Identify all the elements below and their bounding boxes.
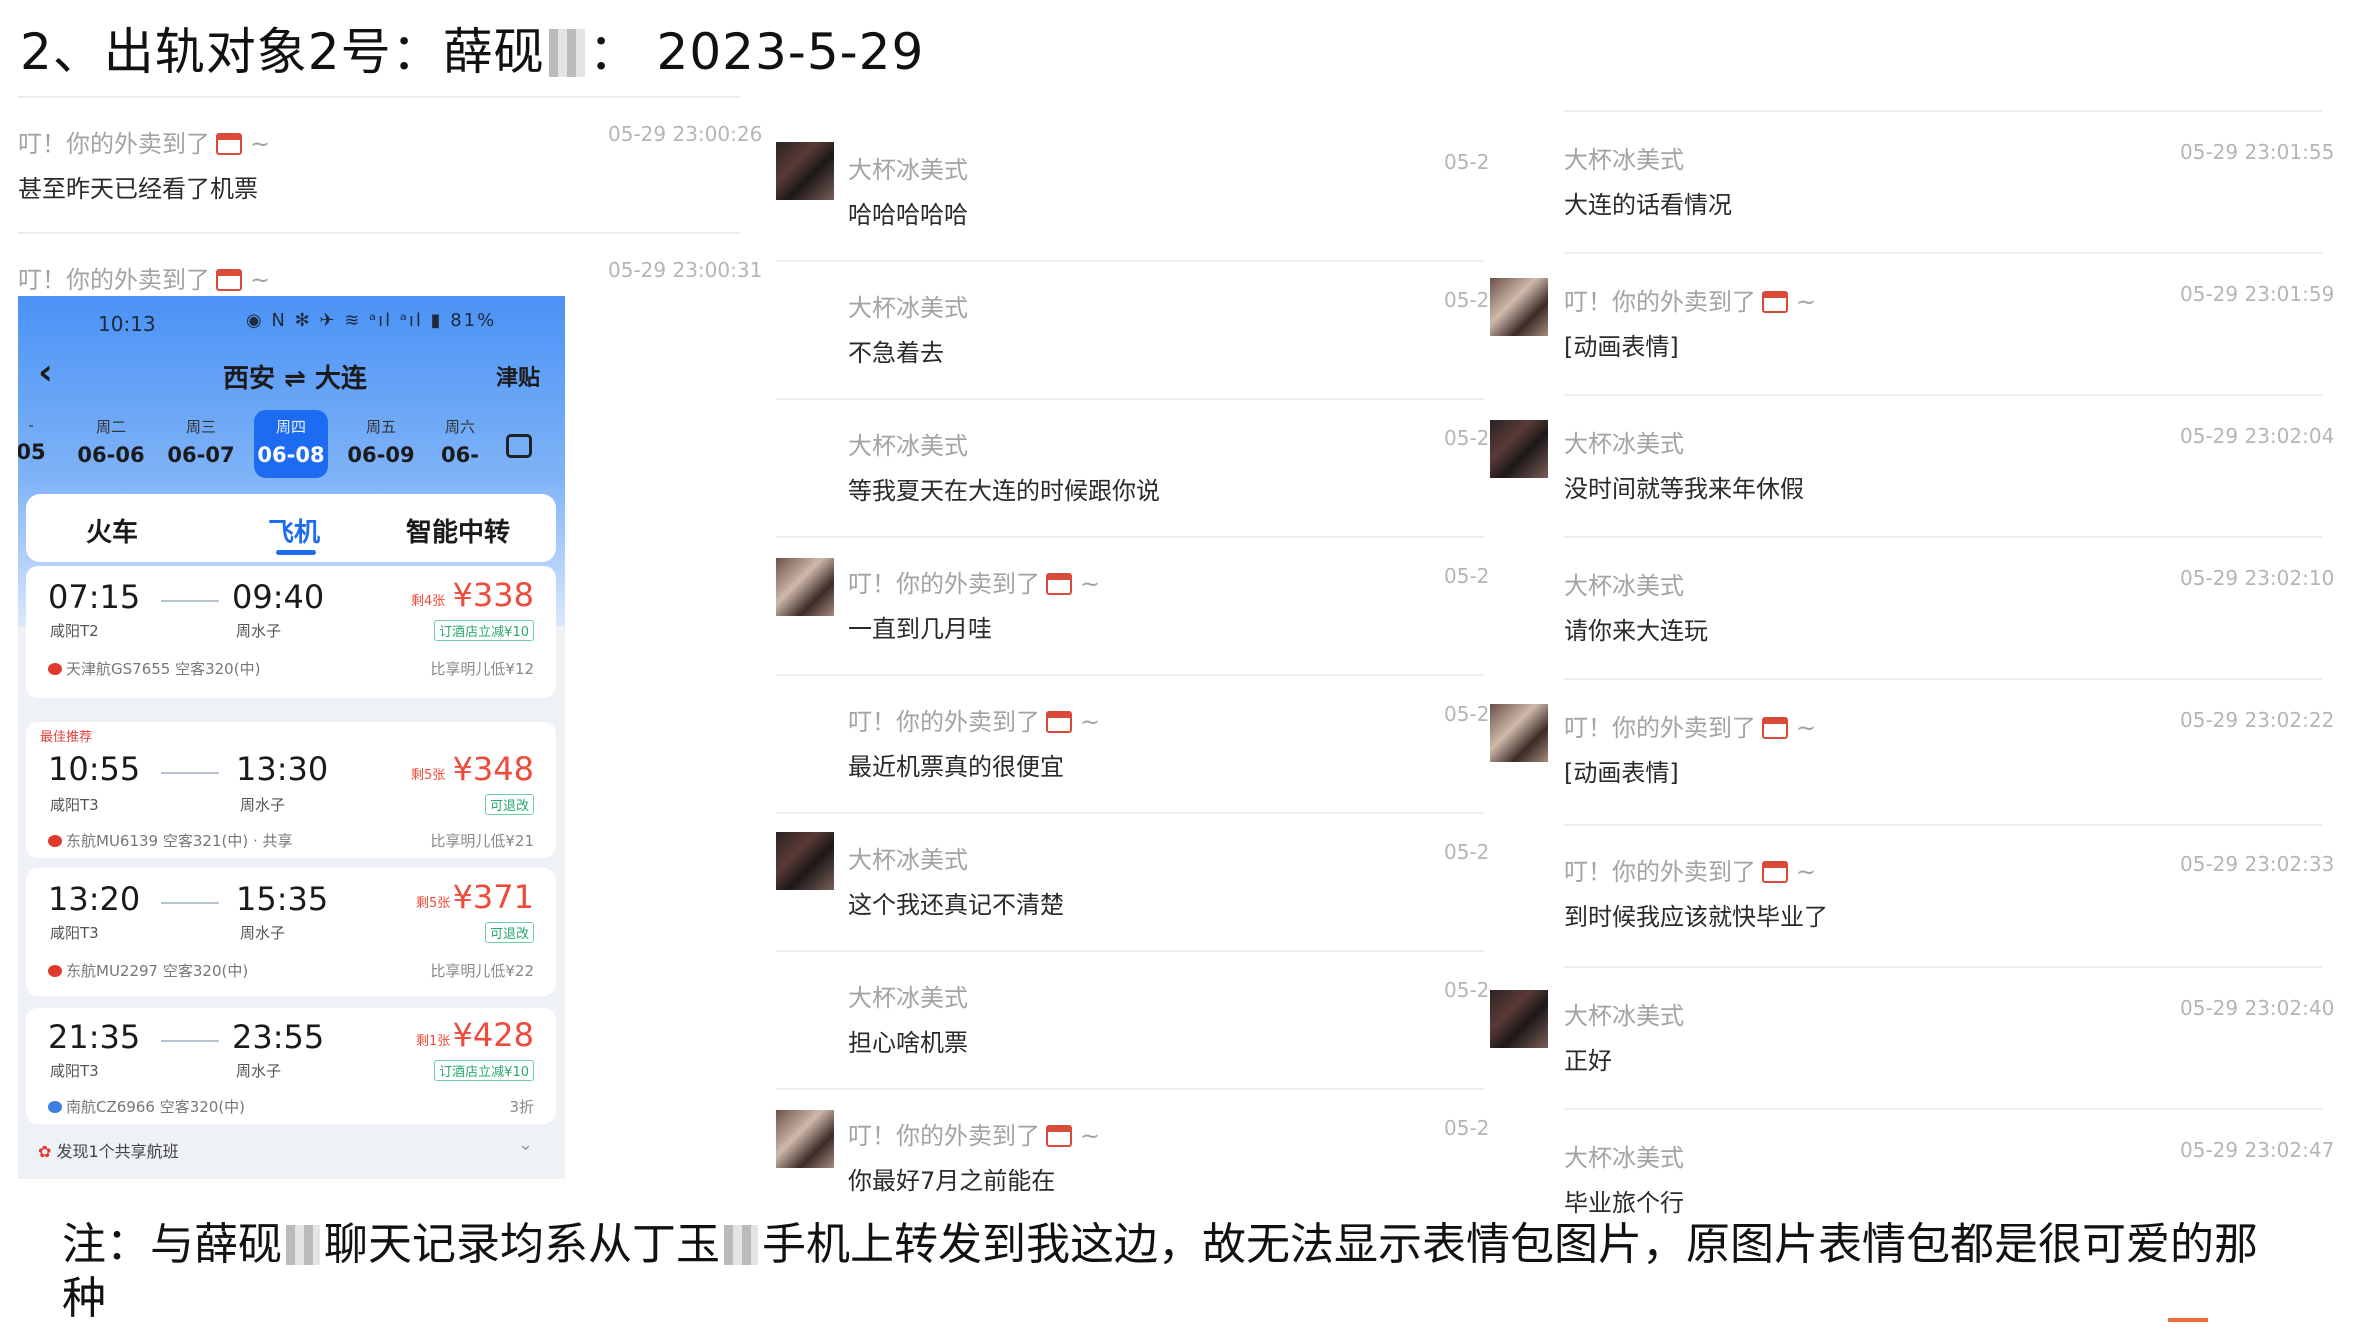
arrow-line: [161, 600, 219, 602]
flight-card[interactable]: 21:35 23:55 咸阳T3 周水子 剩1张 ¥428 订酒店立减¥10 南…: [26, 1008, 556, 1124]
chat-message: 大杯冰美式 毕业旅个行: [1564, 1144, 1684, 1217]
airline-logo-icon: [48, 663, 62, 675]
page-title: 2、出轨对象2号：薛砚： 2023-5-29: [20, 23, 925, 81]
avatar[interactable]: [776, 1110, 834, 1168]
divider: [1564, 966, 2322, 968]
chat-message: 叮！你的外卖到了 ~ [动画表情]: [1564, 714, 1817, 787]
divider: [1564, 1108, 2322, 1110]
chat-message: 叮！你的外卖到了 ~: [18, 260, 270, 295]
divider: [18, 232, 740, 234]
chat-message: 大杯冰美式 没时间就等我来年休假: [1564, 430, 1804, 503]
chat-message: 叮！你的外卖到了 ~ 最近机票真的很便宜: [848, 708, 1101, 781]
avatar[interactable]: [1490, 420, 1548, 478]
takeout-bag-icon: [216, 133, 242, 155]
avatar[interactable]: [776, 142, 834, 200]
best-recommend-badge: 最佳推荐: [40, 730, 93, 745]
date-item[interactable]: 周二 06-06: [74, 416, 148, 467]
avatar[interactable]: [776, 558, 834, 616]
divider: [1564, 678, 2322, 680]
divider: [776, 536, 1484, 538]
takeout-bag-icon: [1762, 861, 1788, 883]
avatar[interactable]: [1490, 704, 1548, 762]
chat-message: 大杯冰美式 请你来大连玩: [1564, 572, 1708, 645]
chat-message: 叮！你的外卖到了 ~ [动画表情]: [1564, 288, 1817, 361]
footnote: 注：与薛砚 聊天记录均系从丁玉 手机上转发到我这边，故无法显示表情包图片，原图片表情…: [62, 1219, 2258, 1324]
chat-message: 大杯冰美式 正好: [1564, 1002, 1684, 1075]
arrow-line: [161, 1040, 219, 1042]
shared-flights-link[interactable]: ✿ 发现1个共享航班: [38, 1138, 179, 1162]
tab-flight[interactable]: 飞机: [268, 512, 320, 549]
chat-message: 叮！你的外卖到了 ~ 一直到几月哇: [848, 570, 1101, 643]
airline-logo-icon: [48, 835, 62, 847]
divider: [776, 674, 1484, 676]
divider: [1564, 110, 2322, 112]
flight-booking-screenshot: 10:13 ◉ N ✻ ✈ ≋ ᵃıl ᵃıl ▮ 81% ‹ 西安 ⇌ 大连 …: [18, 296, 565, 1179]
chat-message: 大杯冰美式 等我夏天在大连的时候跟你说: [848, 432, 1160, 505]
chat-message: 大杯冰美式 不急着去: [848, 294, 968, 367]
subsidy-link[interactable]: 津贴: [496, 360, 540, 392]
flight-card[interactable]: 13:20 15:35 咸阳T3 周水子 剩5张 ¥371 可退改 东航MU22…: [26, 868, 556, 996]
back-arrow-icon[interactable]: ‹: [38, 352, 53, 393]
avatar[interactable]: [1490, 990, 1548, 1048]
chat-message: 叮！你的外卖到了 ~ 到时候我应该就快毕业了: [1564, 858, 1828, 931]
status-time: 10:13: [98, 312, 156, 336]
redacted-name-blur: [548, 29, 585, 77]
divider: [776, 260, 1484, 262]
divider: [776, 812, 1484, 814]
chat-message: 叮！你的外卖到了 ~ 你最好7月之前能在: [848, 1122, 1101, 1195]
divider: [18, 96, 740, 98]
avatar[interactable]: [776, 832, 834, 890]
flight-card[interactable]: 最佳推荐 10:55 13:30 咸阳T3 周水子 剩5张 ¥348 可退改 东…: [26, 722, 556, 858]
route-title: 西安 ⇌ 大连: [223, 364, 367, 394]
chat-message: 大杯冰美式 大连的话看情况: [1564, 146, 1732, 219]
tab-train[interactable]: 火车: [86, 512, 138, 549]
chat-message: 大杯冰美式 这个我还真记不清楚: [848, 846, 1064, 919]
divider: [1564, 536, 2322, 538]
date-item-selected[interactable]: 周四 06-08: [254, 410, 328, 478]
redacted-name-blur: [286, 1225, 320, 1265]
tab-underline: [276, 550, 316, 555]
avatar[interactable]: [1490, 278, 1548, 336]
flight-card[interactable]: 07:15 09:40 咸阳T2 周水子 剩4张 ¥338 订酒店立减¥10 天…: [26, 566, 556, 698]
chevron-down-icon[interactable]: ⌄: [518, 1134, 533, 1155]
takeout-bag-icon: [1046, 1125, 1072, 1147]
takeout-bag-icon: [1046, 573, 1072, 595]
transport-tabs: 火车 飞机 智能中转: [26, 494, 556, 562]
chat-message: 大杯冰美式 担心啥机票: [848, 984, 968, 1057]
divider: [1564, 252, 2322, 254]
takeout-bag-icon: [216, 269, 242, 291]
calendar-icon[interactable]: [506, 434, 532, 458]
chat-message: 叮！你的外卖到了 ~ 甚至昨天已经看了机票: [18, 124, 270, 204]
redacted-name-blur: [724, 1225, 758, 1265]
arrow-line: [161, 902, 219, 904]
airline-logo-icon: [48, 1101, 62, 1113]
date-item[interactable]: 周五 06-09: [344, 416, 418, 467]
status-icons: ◉ N ✻ ✈ ≋ ᵃıl ᵃıl ▮ 81%: [246, 310, 497, 331]
chat-sender: 叮！你的外卖到了 ~: [18, 266, 271, 294]
date-item[interactable]: 周六 06-: [432, 416, 488, 467]
airline-logo-icon: [48, 965, 62, 977]
divider: [1564, 394, 2322, 396]
tab-transfer[interactable]: 智能中转: [406, 512, 510, 549]
chat-time: 05-29 23:00:31: [608, 258, 763, 282]
chat-sender: 叮！你的外卖到了 ~: [18, 130, 271, 158]
divider: [776, 398, 1484, 400]
date-item[interactable]: -05: [18, 416, 56, 464]
arrow-line: [161, 772, 219, 774]
chat-text: 甚至昨天已经看了机票: [18, 175, 258, 203]
takeout-bag-icon: [1762, 717, 1788, 739]
takeout-bag-icon: [1762, 291, 1788, 313]
corner-decoration: [2168, 1318, 2208, 1337]
date-item[interactable]: 周三 06-07: [164, 416, 238, 467]
divider: [776, 1088, 1484, 1090]
share-icon: ✿: [38, 1142, 52, 1161]
divider: [1564, 824, 2322, 826]
divider: [776, 950, 1484, 952]
chat-message: 大杯冰美式 哈哈哈哈哈: [848, 156, 968, 229]
takeout-bag-icon: [1046, 711, 1072, 733]
chat-time: 05-29 23:00:26: [608, 122, 763, 146]
